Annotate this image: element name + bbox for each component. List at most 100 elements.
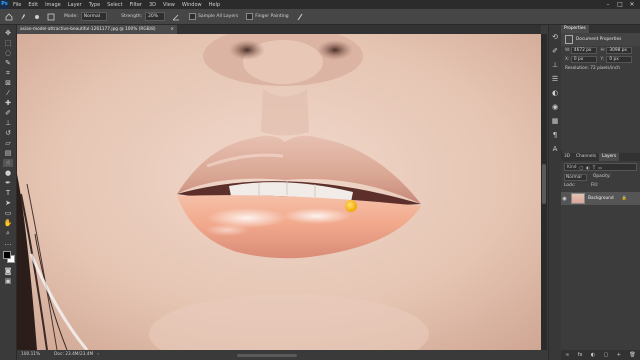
quick-mask-icon[interactable]: ◙ — [3, 267, 13, 275]
link-layers-icon[interactable]: ∞ — [565, 352, 569, 358]
filter-adjust-icon[interactable]: ◐ — [586, 165, 590, 170]
new-layer-icon[interactable]: + — [617, 352, 621, 358]
tab-channels[interactable]: Channels — [573, 153, 599, 161]
screen-mode-icon[interactable]: ▣ — [3, 277, 13, 285]
adjustments-icon[interactable]: ◐ — [551, 89, 559, 97]
menu-edit[interactable]: Edit — [28, 2, 38, 8]
lock-icon[interactable]: 🔒 — [622, 196, 627, 201]
blend-mode-select[interactable]: Normal — [564, 174, 587, 181]
scrollbar-thumb[interactable] — [542, 164, 546, 204]
canvas-horizontal-scrollbar[interactable] — [237, 354, 297, 357]
x-field[interactable]: 0 px — [570, 56, 597, 63]
layer-filter[interactable]: Kind ▢ ◐ T ▭ — [564, 163, 637, 171]
type-tool-icon[interactable]: T — [3, 189, 13, 197]
frame-tool-icon[interactable]: ⊠ — [3, 79, 13, 87]
delete-layer-icon[interactable]: 🗑 — [629, 352, 635, 358]
sample-all-layers-checkbox[interactable]: Sample All Layers — [189, 13, 238, 20]
filter-type-icon[interactable]: T — [593, 165, 595, 170]
menu-bar: Ps File Edit Image Layer Type Select Fil… — [0, 0, 640, 9]
visibility-eye-icon[interactable]: ◉ — [561, 196, 568, 202]
eraser-tool-icon[interactable]: ▱ — [3, 139, 13, 147]
document-tab-title: asian-model-attractive-beautiful-1261177… — [20, 27, 156, 32]
zoom-level[interactable]: 100.11% — [21, 350, 40, 360]
filter-pixel-icon[interactable]: ▢ — [579, 165, 583, 170]
finger-painting-checkbox[interactable]: Finger Painting — [246, 13, 289, 20]
quick-select-tool-icon[interactable]: ✎ — [3, 59, 13, 67]
adjustment-layer-icon[interactable]: ◐ — [591, 352, 595, 358]
smudge-tool-icon[interactable]: ☝ — [3, 159, 13, 167]
lasso-tool-icon[interactable]: ◌ — [3, 49, 13, 57]
maximize-button[interactable]: □ — [614, 0, 626, 9]
gradient-tool-icon[interactable]: ▤ — [3, 149, 13, 157]
layers-bottom-bar: ∞ fx ◐ ▢ + 🗑 — [561, 350, 640, 360]
image-canvas[interactable] — [17, 34, 541, 350]
document-tab[interactable]: asian-model-attractive-beautiful-1261177… — [17, 25, 177, 34]
menu-filter[interactable]: Filter — [130, 2, 142, 8]
history-brush-tool-icon[interactable]: ↺ — [3, 129, 13, 137]
menu-window[interactable]: Window — [182, 2, 202, 8]
zoom-tool-icon[interactable]: ⌕ — [3, 229, 13, 237]
foreground-color-swatch[interactable] — [3, 251, 11, 259]
angle-icon[interactable] — [171, 12, 181, 22]
close-window-button[interactable]: ✕ — [626, 0, 638, 9]
photo-lips — [17, 34, 541, 350]
layer-filter-kind[interactable]: Kind — [567, 165, 576, 170]
pen-tool-icon[interactable]: ✒ — [3, 179, 13, 187]
tab-layers[interactable]: Layers — [598, 153, 620, 161]
document-size: Doc: 23.4M/23.4M — [54, 352, 94, 357]
layer-style-icon[interactable]: fx — [578, 352, 583, 358]
crop-tool-icon[interactable]: ⌗ — [3, 69, 13, 77]
home-icon[interactable] — [4, 12, 14, 22]
hand-tool-icon[interactable]: ✋ — [3, 219, 13, 227]
marquee-tool-icon[interactable]: ⬚ — [3, 39, 13, 47]
properties-header: Properties — [561, 25, 640, 33]
color-icon[interactable]: ◉ — [551, 103, 559, 111]
dodge-tool-icon[interactable]: ● — [3, 169, 13, 177]
mode-select[interactable]: Normal — [80, 12, 108, 21]
options-bar: Mode: Normal Strength: 20% Sample All La… — [0, 9, 640, 25]
y-field[interactable]: 0 px — [606, 56, 632, 63]
width-field[interactable]: 4672 px — [570, 47, 597, 54]
filter-shape-icon[interactable]: ▭ — [598, 165, 602, 170]
pressure-icon[interactable] — [295, 12, 305, 22]
tab-properties[interactable]: Properties — [561, 25, 589, 33]
group-icon[interactable]: ▢ — [604, 352, 609, 358]
clone-source-icon[interactable]: ⊥ — [551, 61, 559, 69]
menu-file[interactable]: File — [13, 2, 21, 8]
move-tool-icon[interactable]: ✥ — [3, 29, 13, 37]
paragraph-icon[interactable]: ¶ — [551, 131, 559, 139]
layer-thumbnail — [571, 193, 585, 204]
character-icon[interactable]: A — [551, 145, 559, 153]
close-tab-icon[interactable]: × — [170, 25, 174, 34]
menu-3d[interactable]: 3D — [149, 2, 156, 8]
healing-brush-tool-icon[interactable]: ✚ — [3, 99, 13, 107]
brush-settings-icon[interactable] — [46, 12, 56, 22]
canvas-vertical-scrollbar[interactable] — [541, 34, 547, 350]
clone-stamp-tool-icon[interactable]: ⊥ — [3, 119, 13, 127]
menu-help[interactable]: Help — [209, 2, 220, 8]
history-icon[interactable]: ⟲ — [551, 33, 559, 41]
menu-view[interactable]: View — [163, 2, 175, 8]
fill-label: Fill: — [591, 183, 599, 188]
menu-type[interactable]: Type — [89, 2, 100, 8]
brush-preset-icon[interactable] — [32, 12, 42, 22]
properties-icon[interactable]: ☰ — [551, 75, 559, 83]
strength-input[interactable]: 20% — [145, 12, 166, 21]
path-select-tool-icon[interactable]: ➤ — [3, 199, 13, 207]
height-field[interactable]: 3098 px — [606, 47, 632, 54]
brush-panel-icon[interactable]: ✐ — [551, 47, 559, 55]
more-tools-icon[interactable]: … — [3, 239, 13, 247]
document-icon — [565, 35, 573, 44]
minimize-button[interactable]: – — [602, 0, 614, 9]
menu-select[interactable]: Select — [107, 2, 122, 8]
layer-row-background[interactable]: ◉ Background 🔒 — [561, 192, 640, 205]
menu-layer[interactable]: Layer — [68, 2, 82, 8]
smudge-tool-icon[interactable] — [18, 12, 28, 22]
eyedropper-tool-icon[interactable]: ⁄ — [3, 89, 13, 97]
shape-tool-icon[interactable]: ▭ — [3, 209, 13, 217]
swatches-icon[interactable]: ▦ — [551, 117, 559, 125]
status-menu-arrow-icon[interactable]: › — [97, 350, 99, 360]
tab-3d[interactable]: 3D — [561, 153, 573, 161]
menu-image[interactable]: Image — [45, 2, 61, 8]
brush-tool-icon[interactable]: ✐ — [3, 109, 13, 117]
